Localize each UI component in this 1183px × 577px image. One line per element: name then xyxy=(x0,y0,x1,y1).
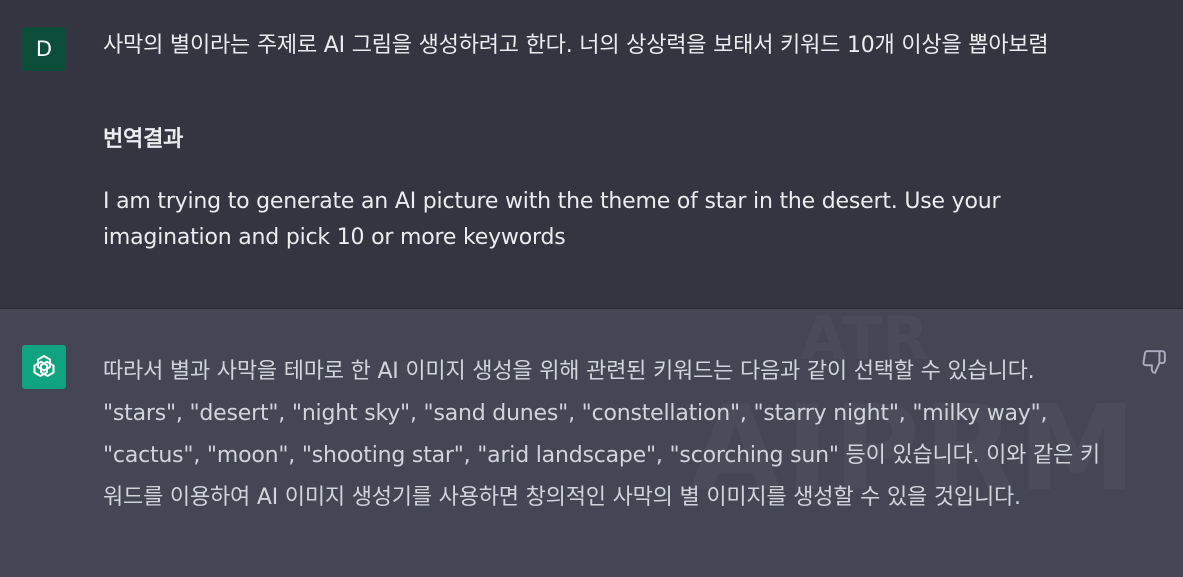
translation-heading: 번역결과 xyxy=(103,127,184,152)
user-avatar: D xyxy=(22,27,66,71)
thumbs-down-button[interactable] xyxy=(1141,349,1167,375)
assistant-avatar xyxy=(22,345,66,389)
openai-logo-icon xyxy=(33,355,55,377)
translation-text: I am trying to generate an AI picture wi… xyxy=(103,189,1001,250)
assistant-message-block: ATR AIPRM 따라서 별과 사막을 테마로 한 AI 이미지 생성을 위해… xyxy=(0,309,1183,577)
thumbs-down-icon xyxy=(1142,350,1166,374)
assistant-message-text: 따라서 별과 사막을 테마로 한 AI 이미지 생성을 위해 관련된 키워드는 … xyxy=(103,359,1100,510)
user-message-block: D 사막의 별이라는 주제로 AI 그림을 생성하려고 한다. 너의 상상력을 … xyxy=(0,0,1183,309)
user-message-text: 사막의 별이라는 주제로 AI 그림을 생성하려고 한다. 너의 상상력을 보태… xyxy=(103,33,1049,58)
user-avatar-letter: D xyxy=(35,37,53,61)
